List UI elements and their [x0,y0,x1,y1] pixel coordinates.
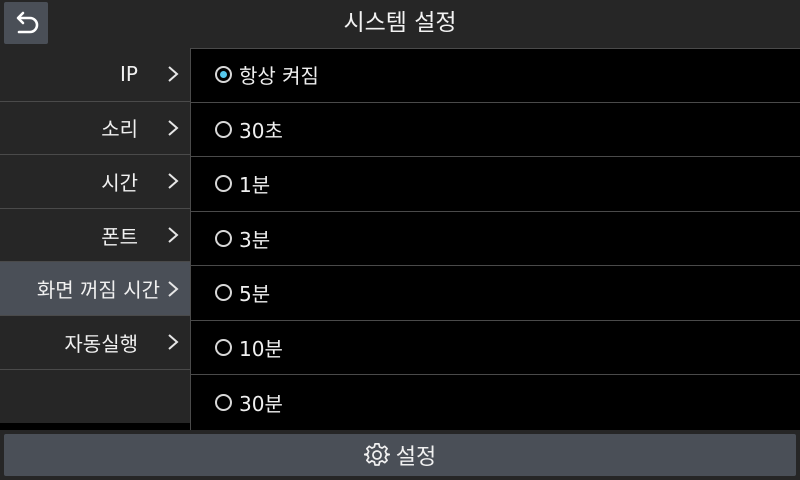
sidebar-item-label: 시간 [101,170,138,195]
sidebar-item-label: IP [120,62,138,87]
radio-button[interactable] [215,229,232,247]
sidebar-item-label: 소리 [101,117,138,142]
settings-button[interactable]: 설정 [4,434,796,476]
option-30-seconds[interactable]: 30초 [191,103,800,157]
gear-icon [363,443,390,466]
option-10-minutes[interactable]: 10분 [191,321,800,375]
sidebar-empty-space [0,369,190,424]
radio-button[interactable] [215,284,232,302]
radio-button-checked[interactable] [215,66,232,84]
sidebar-item-time[interactable]: 시간 [0,155,190,209]
sidebar-item-font[interactable]: 폰트 [0,208,190,263]
sidebar-item-label: 자동실행 [64,331,138,356]
option-label: 30초 [239,118,283,143]
screen-off-options: 항상 켜짐 30초 1분 3분 5분 10분 30분 [191,48,800,430]
option-1-minute[interactable]: 1분 [191,157,800,212]
sidebar: IP 소리 시간 폰트 화면 꺼짐 시간 자동실행 [0,48,190,430]
sidebar-item-sound[interactable]: 소리 [0,101,190,156]
sidebar-item-ip[interactable]: IP [0,48,190,102]
option-always-on[interactable]: 항상 켜짐 [191,48,800,103]
option-3-minutes[interactable]: 3분 [191,212,800,266]
option-label: 항상 켜짐 [239,64,319,89]
option-label: 5분 [239,282,271,307]
chevron-right-icon [168,280,179,297]
radio-button[interactable] [215,120,232,138]
radio-button[interactable] [215,393,232,411]
sidebar-item-screen-off-time[interactable]: 화면 꺼짐 시간 [0,262,190,316]
page-title: 시스템 설정 [343,10,457,36]
sidebar-item-label: 폰트 [101,224,138,249]
chevron-right-icon [168,173,179,190]
settings-button-label: 설정 [395,445,437,470]
option-30-minutes[interactable]: 30분 [191,375,800,430]
option-label: 30분 [239,391,283,416]
option-5-minutes[interactable]: 5분 [191,266,800,321]
radio-button[interactable] [215,338,232,356]
chevron-right-icon [168,66,179,83]
back-button[interactable] [4,2,48,44]
sidebar-item-autorun[interactable]: 자동실행 [0,315,190,370]
radio-button[interactable] [215,175,232,193]
option-label: 1분 [239,173,271,198]
sidebar-item-label: 화면 꺼짐 시간 [36,278,160,303]
option-label: 10분 [239,336,283,361]
option-label: 3분 [239,227,271,252]
footer-bar: 설정 [0,430,800,480]
chevron-right-icon [168,334,179,351]
header-bar: 시스템 설정 [0,0,800,49]
chevron-right-icon [168,227,179,243]
back-arrow-icon [16,11,39,34]
chevron-right-icon [168,120,179,136]
